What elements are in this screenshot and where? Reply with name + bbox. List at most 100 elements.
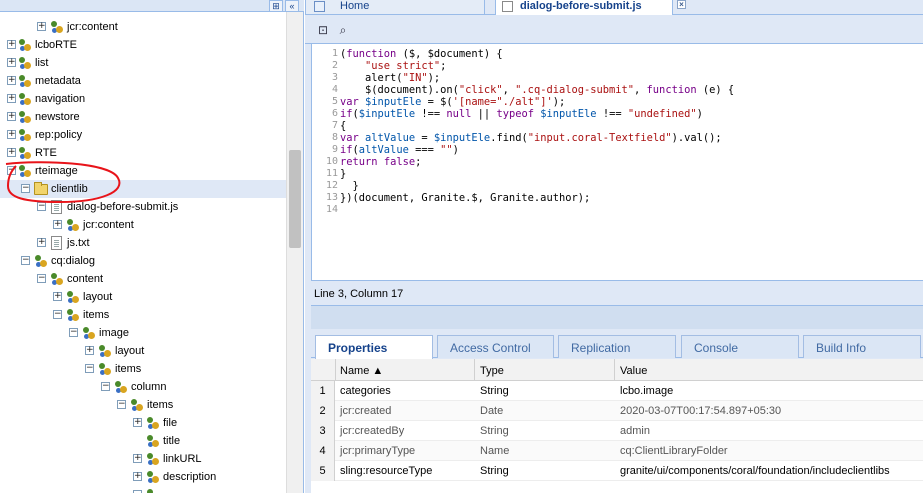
collapse-icon[interactable]: − [37,274,46,283]
code-line: alert("IN"); [340,72,441,84]
tree-node[interactable]: − image [0,324,286,342]
property-type: Name [480,445,510,457]
tree-node[interactable]: − cq:dialog [0,252,286,270]
table-row[interactable]: 5 sling:resourceType String granite/ui/c… [311,461,923,481]
expand-icon[interactable]: + [7,94,16,103]
property-name: jcr:created [340,405,392,417]
tree-node[interactable]: + layout [0,288,286,306]
tree-node[interactable]: + description [0,468,286,486]
property-value: 2020-03-07T00:17:54.897+05:30 [620,405,782,417]
tree-node-label: items [147,399,174,411]
binoculars-search-icon[interactable]: ⌕ [335,22,351,38]
collapse-panel-icon[interactable]: « [285,0,299,12]
tree-node[interactable]: + newstore [0,108,286,126]
tab-console[interactable]: Console [681,335,799,358]
line-number: 6 [331,108,338,119]
tab-dialog-before-submit[interactable]: dialog-before-submit.js × [495,0,686,15]
grid-header: Name ▲ Type Value [311,359,923,381]
expand-icon[interactable]: + [53,292,62,301]
tree-node-label: items [115,363,142,375]
expand-icon[interactable]: + [7,40,16,49]
table-row[interactable]: 4 jcr:primaryType Name cq:ClientLibraryF… [311,441,923,461]
collapse-icon[interactable]: − [53,310,62,319]
panel-splitter[interactable] [311,305,923,329]
table-row[interactable]: 3 jcr:createdBy String admin [311,421,923,441]
tree-node[interactable]: − content [0,270,286,288]
tree-node[interactable]: + rep:policy [0,126,286,144]
tree-node[interactable]: title [0,432,286,450]
tree-node-label: rep:policy [35,129,83,141]
tree-scrollbar[interactable] [286,12,303,493]
tab-home[interactable]: Home [305,0,485,15]
expand-icon[interactable]: + [133,418,142,427]
tree-node[interactable]: + navigation [0,90,286,108]
tree-node[interactable]: + RTE [0,144,286,162]
collapse-icon[interactable]: − [117,400,126,409]
expand-icon[interactable]: + [37,22,46,31]
expand-icon[interactable]: + [133,472,142,481]
expand-icon[interactable]: + [7,112,16,121]
tree-node[interactable]: + file [0,414,286,432]
expand-icon[interactable]: + [7,130,16,139]
tab-build-info[interactable]: Build Info [803,335,921,358]
tree-node-label: navigation [35,93,86,105]
expand-icon[interactable]: + [37,238,46,247]
node-icon [82,326,96,340]
refresh-tree-icon[interactable]: ⊞ [269,0,283,12]
tree-node[interactable]: − items [0,396,286,414]
code-editor[interactable]: 1 2 3 4 5 6 7 8 9 10 11 12 13 14 (functi… [311,44,923,280]
expand-icon[interactable]: + [133,454,142,463]
column-header-name[interactable]: Name ▲ [340,365,383,377]
tab-access-control[interactable]: Access Control [437,335,554,358]
column-header-type[interactable]: Type [480,365,504,377]
tree-scrollbar-thumb[interactable] [289,150,301,248]
tab-home-label: Home [340,0,370,12]
tree-node[interactable]: + metadata [0,72,286,90]
expand-icon[interactable]: + [85,346,94,355]
collapse-icon[interactable]: − [85,364,94,373]
column-header-value[interactable]: Value [620,365,647,377]
node-icon [66,290,80,304]
collapse-icon[interactable]: − [69,328,78,337]
format-code-icon[interactable]: ⊡ [315,22,331,38]
table-row[interactable]: 2 jcr:created Date 2020-03-07T00:17:54.8… [311,401,923,421]
collapse-icon[interactable]: − [21,184,30,193]
line-number: 13 [325,192,338,203]
tree-node-partial[interactable] [0,486,286,493]
tree-node[interactable]: + linkURL [0,450,286,468]
collapse-icon[interactable]: − [21,256,30,265]
line-number: 7 [331,120,338,131]
code-line: if($inputEle !== null || typeof $inputEl… [340,108,703,120]
collapse-icon[interactable]: − [37,202,46,211]
line-number: 10 [325,156,338,167]
tree-node[interactable]: − dialog-before-submit.js [0,198,286,216]
collapse-icon[interactable]: − [101,382,110,391]
tab-properties[interactable]: Properties [315,335,433,359]
tree-node-label: newstore [35,111,80,123]
property-name: sling:resourceType [340,465,433,477]
expand-icon[interactable]: + [53,220,62,229]
tree-node[interactable]: + layout [0,342,286,360]
tree-node[interactable]: − items [0,306,286,324]
collapse-icon[interactable]: − [7,166,16,175]
tree-node[interactable]: − rteimage [0,162,286,180]
tree-node[interactable]: + jcr:content [0,18,286,36]
tree-node[interactable]: + js.txt [0,234,286,252]
code-line: if(altValue === "") [340,144,459,156]
tab-replication[interactable]: Replication [558,335,676,358]
tree-node[interactable]: − items [0,360,286,378]
expand-icon[interactable]: + [7,148,16,157]
close-tab-icon[interactable]: × [677,0,686,9]
tree-node-selected[interactable]: − clientlib [0,180,286,198]
table-row[interactable]: 1 categories String lcbo.image [311,381,923,401]
tree-node[interactable]: + list [0,54,286,72]
tree-node[interactable]: + jcr:content [0,216,286,234]
tree-node[interactable]: − column [0,378,286,396]
expand-icon[interactable]: + [7,58,16,67]
line-number: 9 [331,144,338,155]
editor-status-bar: Line 3, Column 17 [311,280,923,305]
code-content[interactable]: (function ($, $document) { "use strict";… [340,48,734,216]
expand-icon[interactable]: + [7,76,16,85]
tree-node[interactable]: + lcboRTE [0,36,286,54]
